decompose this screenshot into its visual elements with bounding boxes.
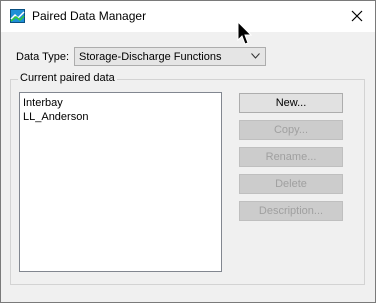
title-bar[interactable]: Paired Data Manager (1, 1, 375, 32)
close-icon[interactable] (348, 7, 366, 25)
list-item[interactable]: Interbay (23, 96, 63, 110)
mouse-cursor-icon (237, 21, 253, 45)
delete-button[interactable]: Delete (239, 174, 343, 194)
group-legend: Current paired data (18, 72, 117, 84)
new-button[interactable]: New... (239, 93, 343, 113)
description-button[interactable]: Description... (239, 201, 343, 221)
window-title: Paired Data Manager (32, 9, 147, 23)
list-item[interactable]: LL_Anderson (23, 110, 88, 124)
data-type-select[interactable]: Storage-Discharge Functions (74, 47, 266, 66)
copy-button[interactable]: Copy... (239, 120, 343, 140)
paired-data-manager-window: Paired Data Manager Data Type: Storage-D… (0, 0, 376, 303)
data-type-value: Storage-Discharge Functions (79, 51, 222, 63)
chevron-down-icon (251, 53, 260, 59)
paired-data-list[interactable]: Interbay LL_Anderson (19, 92, 222, 272)
rename-button[interactable]: Rename... (239, 147, 343, 167)
paired-data-icon (10, 9, 25, 23)
data-type-label: Data Type: (16, 51, 69, 63)
